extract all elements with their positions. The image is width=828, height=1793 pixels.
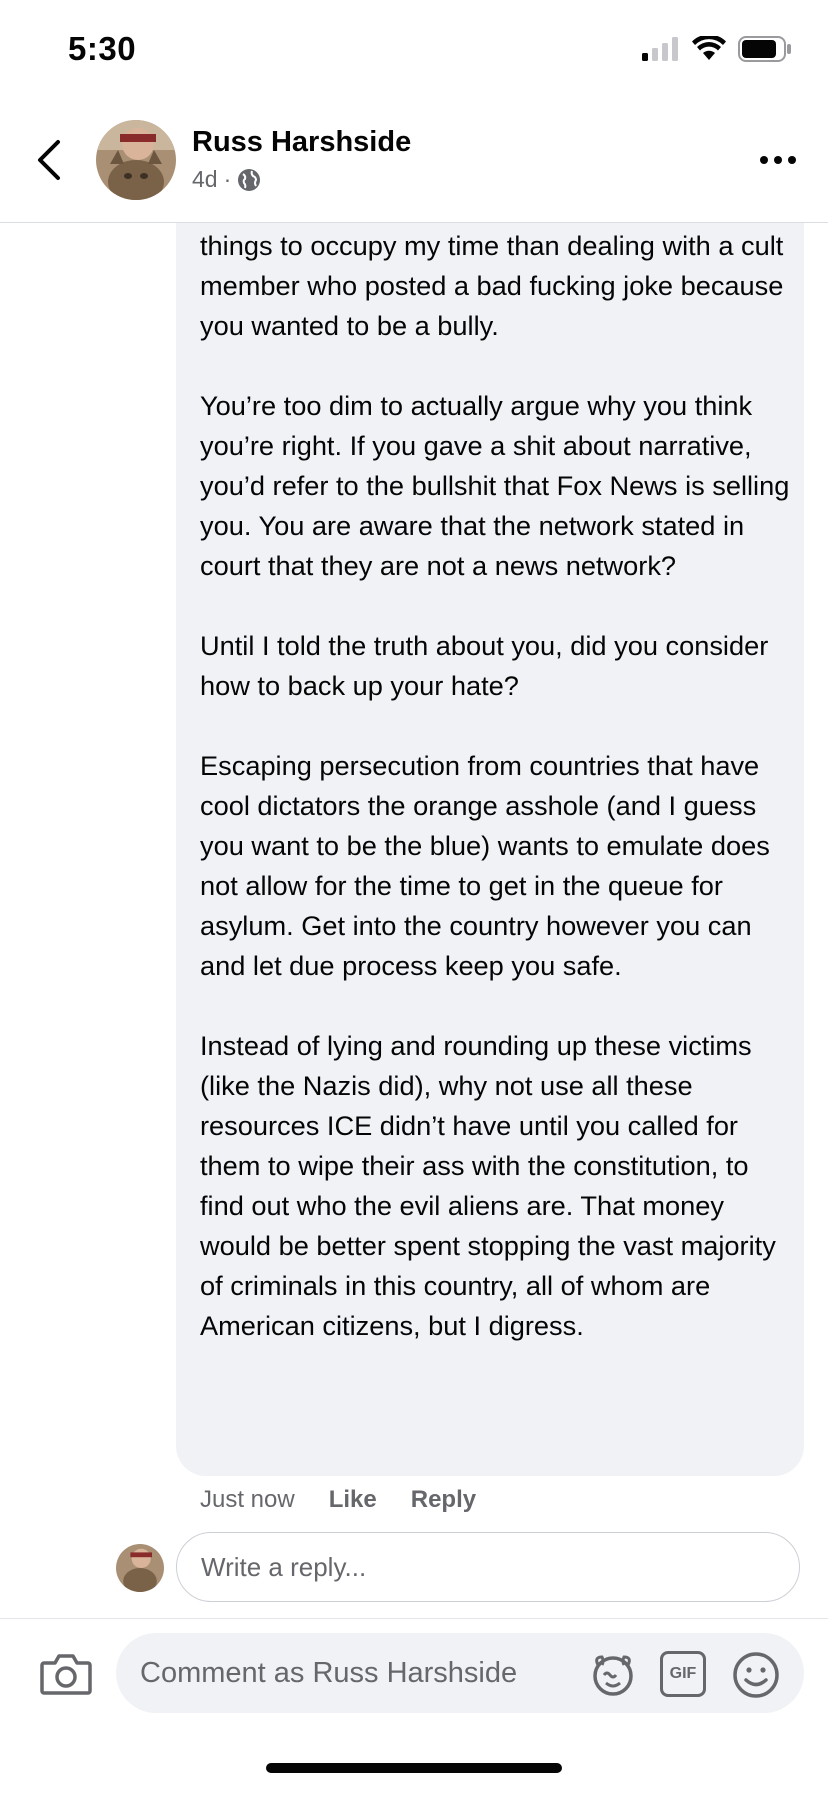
comment-paragraph: Until I told the truth about you, did yo… — [200, 630, 776, 701]
comment-paragraph: Instead of lying and rounding up these v… — [200, 1030, 784, 1341]
comment-placeholder: Comment as Russ Harshside — [140, 1657, 518, 1689]
back-button[interactable] — [30, 138, 70, 182]
status-icons — [642, 36, 792, 62]
comment-paragraph: You’re too dim to actually argue why you… — [200, 390, 797, 581]
more-options-button[interactable] — [758, 152, 798, 168]
comment-paragraph: Escaping persecution from countries that… — [200, 750, 778, 981]
home-indicator[interactable] — [266, 1763, 562, 1773]
comment-paragraph: things to occupy my time than dealing wi… — [200, 230, 791, 341]
wifi-icon — [692, 36, 726, 60]
meta-separator: · — [223, 166, 232, 192]
reply-placeholder: Write a reply... — [201, 1551, 367, 1582]
gif-label: GIF — [669, 1665, 697, 1682]
battery-icon — [738, 36, 791, 62]
comment-text: things to occupy my time than dealing wi… — [200, 226, 790, 1346]
emoji-icon[interactable] — [732, 1651, 780, 1699]
like-button[interactable]: Like — [329, 1486, 377, 1514]
author-name[interactable]: Russ Harshside — [192, 126, 411, 159]
comment-bubble: things to occupy my time than dealing wi… — [176, 190, 804, 1476]
comment-actions: Just now Like Reply — [200, 1486, 476, 1514]
reply-button[interactable]: Reply — [411, 1486, 476, 1514]
post-header: Russ Harshside 4d · — [0, 100, 828, 223]
comment-timestamp: Just now — [200, 1486, 295, 1513]
comment-input[interactable]: Comment as Russ Harshside GIF — [116, 1633, 804, 1713]
camera-icon[interactable] — [40, 1651, 92, 1697]
sticker-icon[interactable] — [590, 1651, 636, 1697]
reply-avatar — [116, 1544, 164, 1592]
status-bar: 5:30 — [0, 0, 828, 100]
globe-icon — [238, 168, 261, 191]
reply-input[interactable]: Write a reply... — [176, 1532, 800, 1602]
gif-icon[interactable]: GIF — [660, 1651, 706, 1697]
post-age: 4d — [192, 166, 218, 192]
avatar[interactable] — [96, 120, 176, 200]
signal-icon — [642, 37, 678, 61]
post-meta: 4d · — [192, 166, 261, 193]
status-time: 5:30 — [68, 30, 137, 67]
